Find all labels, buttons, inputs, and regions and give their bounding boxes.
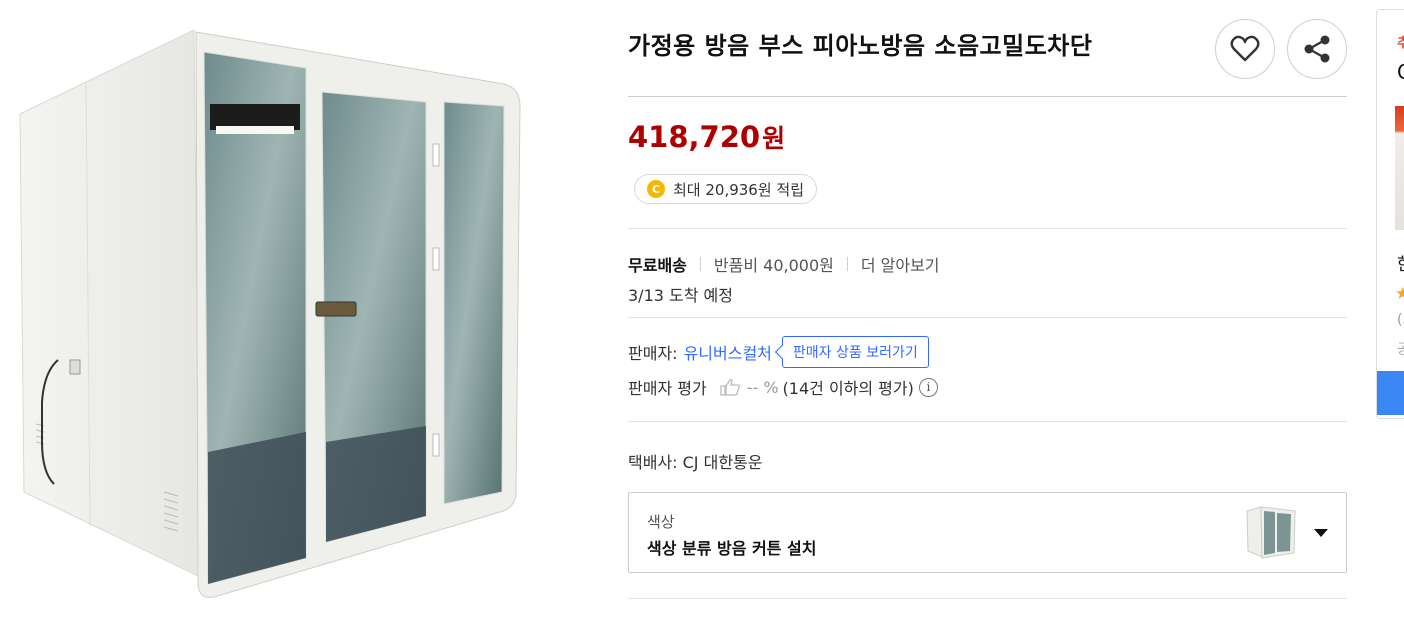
seller-rating-value: -- %	[746, 377, 779, 397]
card-tag: 추	[1397, 32, 1404, 51]
courier-info: 택배사: CJ 대한통운	[628, 453, 763, 472]
product-image[interactable]	[14, 22, 534, 607]
seller-row: 판매자: 유니버스컬처 판매자 상품 보러가기	[628, 336, 929, 368]
heart-icon	[1230, 35, 1260, 62]
option-label: 색상	[647, 513, 675, 531]
share-icon	[1304, 35, 1330, 63]
return-fee: 반품비 40,000원	[713, 256, 834, 275]
chevron-down-icon	[1314, 529, 1328, 537]
share-button[interactable]	[1287, 19, 1347, 79]
separator	[699, 257, 701, 271]
option-selected-value: 색상 분류 방음 커튼 설치	[647, 539, 817, 558]
seller-rating-label: 판매자 평가	[628, 379, 707, 398]
option-thumbnail	[1243, 505, 1301, 561]
card-extra: 공	[1397, 339, 1404, 359]
title-divider	[628, 96, 1347, 97]
thumbs-up-icon	[720, 379, 740, 396]
arrival-date: 3/13 도착 예정	[628, 286, 733, 305]
seller-name-link[interactable]: 유니버스컬처	[684, 340, 772, 364]
product-title: 가정용 방음 부스 피아노방음 소음고밀도차단	[628, 32, 1093, 60]
card-action-button[interactable]	[1377, 371, 1404, 415]
info-icon[interactable]: i	[918, 377, 938, 397]
shipping-divider	[628, 317, 1347, 318]
seller-label: 판매자:	[628, 344, 678, 363]
product-price: 418,720원	[628, 119, 785, 155]
price-divider	[628, 228, 1347, 229]
view-seller-products-button[interactable]: 판매자 상품 보러가기	[781, 336, 929, 368]
favorite-button[interactable]	[1215, 19, 1275, 79]
free-shipping-label: 무료배송	[628, 256, 687, 275]
card-rating-count: (5	[1397, 312, 1404, 328]
color-option-select[interactable]: 색상 색상 분류 방음 커튼 설치	[628, 492, 1347, 573]
price-unit: 원	[762, 124, 786, 153]
seller-rating-note: (14건 이하의 평가)	[782, 379, 914, 398]
option-divider	[628, 598, 1347, 599]
card-thumbnail	[1395, 106, 1404, 230]
coin-icon: C	[647, 180, 665, 198]
card-title: 한	[1397, 250, 1404, 275]
seller-rating: 판매자 평가 -- % (14건 이하의 평가) i	[628, 375, 938, 399]
separator	[846, 257, 848, 271]
price-value: 418,720	[628, 120, 761, 154]
shipping-info: 무료배송 반품비 40,000원 더 알아보기	[628, 252, 940, 276]
reward-badge[interactable]: C 최대 20,936원 적립	[634, 174, 818, 204]
card-line: C	[1397, 60, 1404, 84]
reward-text: 최대 20,936원 적립	[673, 180, 805, 199]
learn-more-link[interactable]: 더 알아보기	[861, 252, 940, 276]
seller-divider	[628, 421, 1347, 422]
star-icon: ★	[1395, 284, 1404, 304]
recommended-product-card[interactable]: 추 C 한 ★ (5 공	[1376, 9, 1404, 419]
